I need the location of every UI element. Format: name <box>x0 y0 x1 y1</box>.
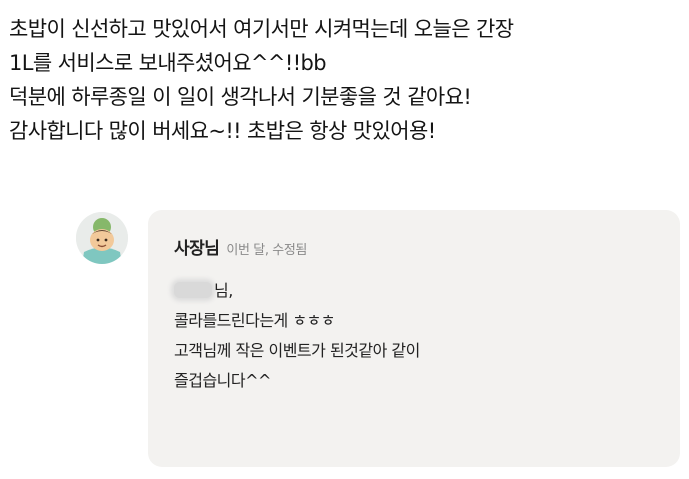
reply-body: 님, 콜라를드린다는게 ㅎㅎㅎ 고객님께 작은 이벤트가 된것같아 같이 즐겁습… <box>174 276 420 396</box>
review-line: 초밥이 신선하고 맛있어서 여기서만 시켜먹는데 오늘은 간장 <box>9 17 514 41</box>
reply-bubble: 사장님 이번 달, 수정됨 님, 콜라를드린다는게 ㅎㅎㅎ 고객님께 작은 이벤… <box>148 210 680 467</box>
greeting-suffix: 님, <box>214 281 233 300</box>
owner-name: 사장님 <box>174 239 220 259</box>
blurred-customer-name <box>174 282 212 298</box>
reply-line: 즐겁습니다^^ <box>174 371 271 390</box>
reply-line: 콜라를드린다는게 ㅎㅎㅎ <box>174 311 336 330</box>
review-line: 덕분에 하루종일 이 일이 생각나서 기분좋을 것 같아요! <box>9 85 472 109</box>
reply-header: 사장님 이번 달, 수정됨 <box>174 234 307 259</box>
owner-avatar-icon <box>76 212 128 264</box>
reply-greeting: 님, <box>174 276 420 306</box>
avatar-illustration <box>76 212 128 264</box>
reply-meta: 이번 달, 수정됨 <box>226 243 307 258</box>
review-line: 감사합니다 많이 버세요~!! 초밥은 항상 맛있어용! <box>9 119 436 143</box>
reply-line: 고객님께 작은 이벤트가 된것같아 같이 <box>174 341 420 360</box>
owner-reply: 사장님 이번 달, 수정됨 님, 콜라를드린다는게 ㅎㅎㅎ 고객님께 작은 이벤… <box>76 210 681 470</box>
review-line: 1L를 서비스로 보내주셨어요^^!!bb <box>9 51 327 75</box>
customer-review: 초밥이 신선하고 맛있어서 여기서만 시켜먹는데 오늘은 간장 1L를 서비스로… <box>9 12 681 148</box>
